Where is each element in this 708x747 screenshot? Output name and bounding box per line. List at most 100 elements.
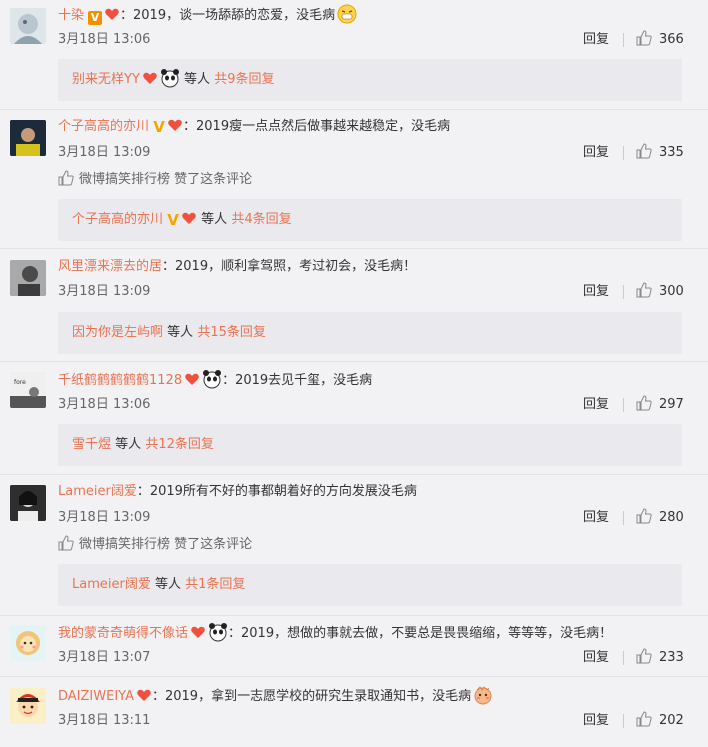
reply-usernames[interactable]: 别来无样YY [72, 72, 140, 87]
reply-button[interactable]: 回复 [583, 30, 609, 50]
comment-time: 3月18日 13:11 [58, 713, 151, 728]
divider [623, 511, 624, 525]
fan-badge-icon [168, 119, 182, 131]
comment-time: 3月18日 13:09 [58, 284, 151, 299]
reply-button[interactable]: 回复 [583, 711, 609, 731]
panda-emoji-icon [209, 623, 228, 642]
shy-face-emoji-icon [474, 686, 492, 705]
like-button[interactable]: 202 [636, 711, 684, 731]
like-count: 280 [659, 510, 684, 525]
reply-etc: 等人 [115, 437, 142, 452]
reply-button[interactable]: 回复 [583, 508, 609, 528]
avatar[interactable] [10, 625, 46, 661]
sub-replies-box[interactable]: 雪千煜 等人 共12条回复 [58, 424, 682, 466]
avatar[interactable] [10, 485, 46, 521]
total-replies-link[interactable]: 共9条回复 [214, 72, 274, 87]
like-count: 202 [659, 713, 684, 728]
reply-etc: 等人 [167, 325, 194, 340]
total-replies-link[interactable]: 共12条回复 [145, 437, 214, 452]
comment-time: 3月18日 13:09 [58, 510, 151, 525]
thumbs-up-icon [58, 170, 74, 186]
comment-text: ：2019去见千玺，没毛病 [222, 373, 373, 388]
comment-username[interactable]: 风里漂来漂去的居 [58, 259, 162, 274]
reply-usernames[interactable]: 雪千煜 [72, 437, 111, 452]
avatar[interactable] [10, 260, 46, 296]
separator [0, 361, 708, 362]
total-replies-link[interactable]: 共15条回复 [197, 325, 266, 340]
total-replies-link[interactable]: 共4条回复 [231, 212, 291, 227]
svg-text:fore: fore [14, 379, 26, 386]
fan-badge-icon [105, 8, 119, 20]
reply-button[interactable]: 回复 [583, 648, 609, 668]
fan-badge-icon [137, 689, 151, 701]
like-button[interactable]: 300 [636, 282, 684, 302]
avatar[interactable] [10, 120, 46, 156]
reply-button[interactable]: 回复 [583, 143, 609, 163]
like-button[interactable]: 233 [636, 648, 684, 668]
like-button[interactable]: 366 [636, 30, 684, 50]
comment-username[interactable]: 我的蒙奇奇萌得不像话 [58, 626, 188, 641]
comment-time: 3月18日 13:09 [58, 145, 151, 160]
divider [623, 146, 624, 160]
separator [0, 248, 708, 249]
thumbs-up-icon [636, 282, 652, 298]
verified-badge-icon: V [88, 11, 103, 25]
reply-usernames[interactable]: 因为你是左屿啊 [72, 325, 163, 340]
sub-replies-box[interactable]: Lameier阔爱 等人 共1条回复 [58, 564, 682, 606]
avatar[interactable]: fore [10, 372, 46, 408]
like-button[interactable]: 335 [636, 143, 684, 163]
separator [0, 676, 708, 677]
thumbs-up-icon [58, 535, 74, 551]
liked-by-text: 微博搞笑排行榜 赞了这条评论 [79, 172, 253, 187]
comment-username[interactable]: 千纸鹤鹤鹤鹤鹤1128 [58, 373, 182, 388]
avatar[interactable] [10, 8, 46, 44]
fan-badge-icon [143, 72, 157, 84]
fan-badge-icon [191, 626, 205, 638]
divider [623, 285, 624, 299]
comment-time: 3月18日 13:07 [58, 650, 151, 665]
comment-username[interactable]: 十染 [58, 8, 84, 23]
comment-time: 3月18日 13:06 [58, 397, 151, 412]
comment-time: 3月18日 13:06 [58, 32, 151, 47]
sub-replies-box[interactable]: 个子高高的亦川 V 等人 共4条回复 [58, 199, 682, 241]
like-count: 300 [659, 284, 684, 299]
comment-text: ：2019，谈一场舔舔的恋爱，没毛病 [120, 8, 336, 23]
like-count: 297 [659, 397, 684, 412]
like-count: 335 [659, 145, 684, 160]
reply-usernames[interactable]: 个子高高的亦川 [72, 212, 163, 227]
reply-usernames[interactable]: Lameier阔爱 [72, 577, 151, 592]
thumbs-up-icon [636, 395, 652, 411]
sub-replies-box[interactable]: 别来无样YY 等人 共9条回复 [58, 59, 682, 101]
reply-etc: 等人 [154, 577, 181, 592]
like-button[interactable]: 280 [636, 508, 684, 528]
total-replies-link[interactable]: 共1条回复 [185, 577, 245, 592]
panda-emoji-icon [160, 69, 179, 88]
fan-badge-icon [185, 373, 199, 385]
fan-badge-icon [182, 212, 196, 224]
reply-button[interactable]: 回复 [583, 282, 609, 302]
reply-button[interactable]: 回复 [583, 395, 609, 415]
comment-username[interactable]: Lameier阔爱 [58, 484, 137, 499]
comment-username[interactable]: DAIZIWEIYA [58, 689, 134, 704]
divider [623, 714, 624, 728]
divider [623, 651, 624, 665]
avatar[interactable] [10, 688, 46, 724]
divider [623, 398, 624, 412]
thumbs-up-icon [636, 508, 652, 524]
separator [0, 109, 708, 110]
liked-by-note: 微博搞笑排行榜 赞了这条评论 [58, 170, 252, 188]
like-count: 366 [659, 32, 684, 47]
like-button[interactable]: 297 [636, 395, 684, 415]
panda-emoji-icon [203, 370, 222, 389]
reply-etc: 等人 [201, 212, 228, 227]
comment-text: ：2019，拿到一志愿学校的研究生录取通知书，没毛病 [151, 689, 472, 704]
thumbs-up-icon [636, 648, 652, 664]
liked-by-note: 微博搞笑排行榜 赞了这条评论 [58, 535, 252, 553]
comment-text: ：2019瘦一点点然后做事越来越稳定，没毛病 [183, 119, 451, 134]
verified-badge-icon: V [167, 211, 179, 229]
comment-username[interactable]: 个子高高的亦川 [58, 119, 149, 134]
like-count: 233 [659, 650, 684, 665]
divider [623, 33, 624, 47]
thumbs-up-icon [636, 711, 652, 727]
sub-replies-box[interactable]: 因为你是左屿啊 等人 共15条回复 [58, 312, 682, 354]
